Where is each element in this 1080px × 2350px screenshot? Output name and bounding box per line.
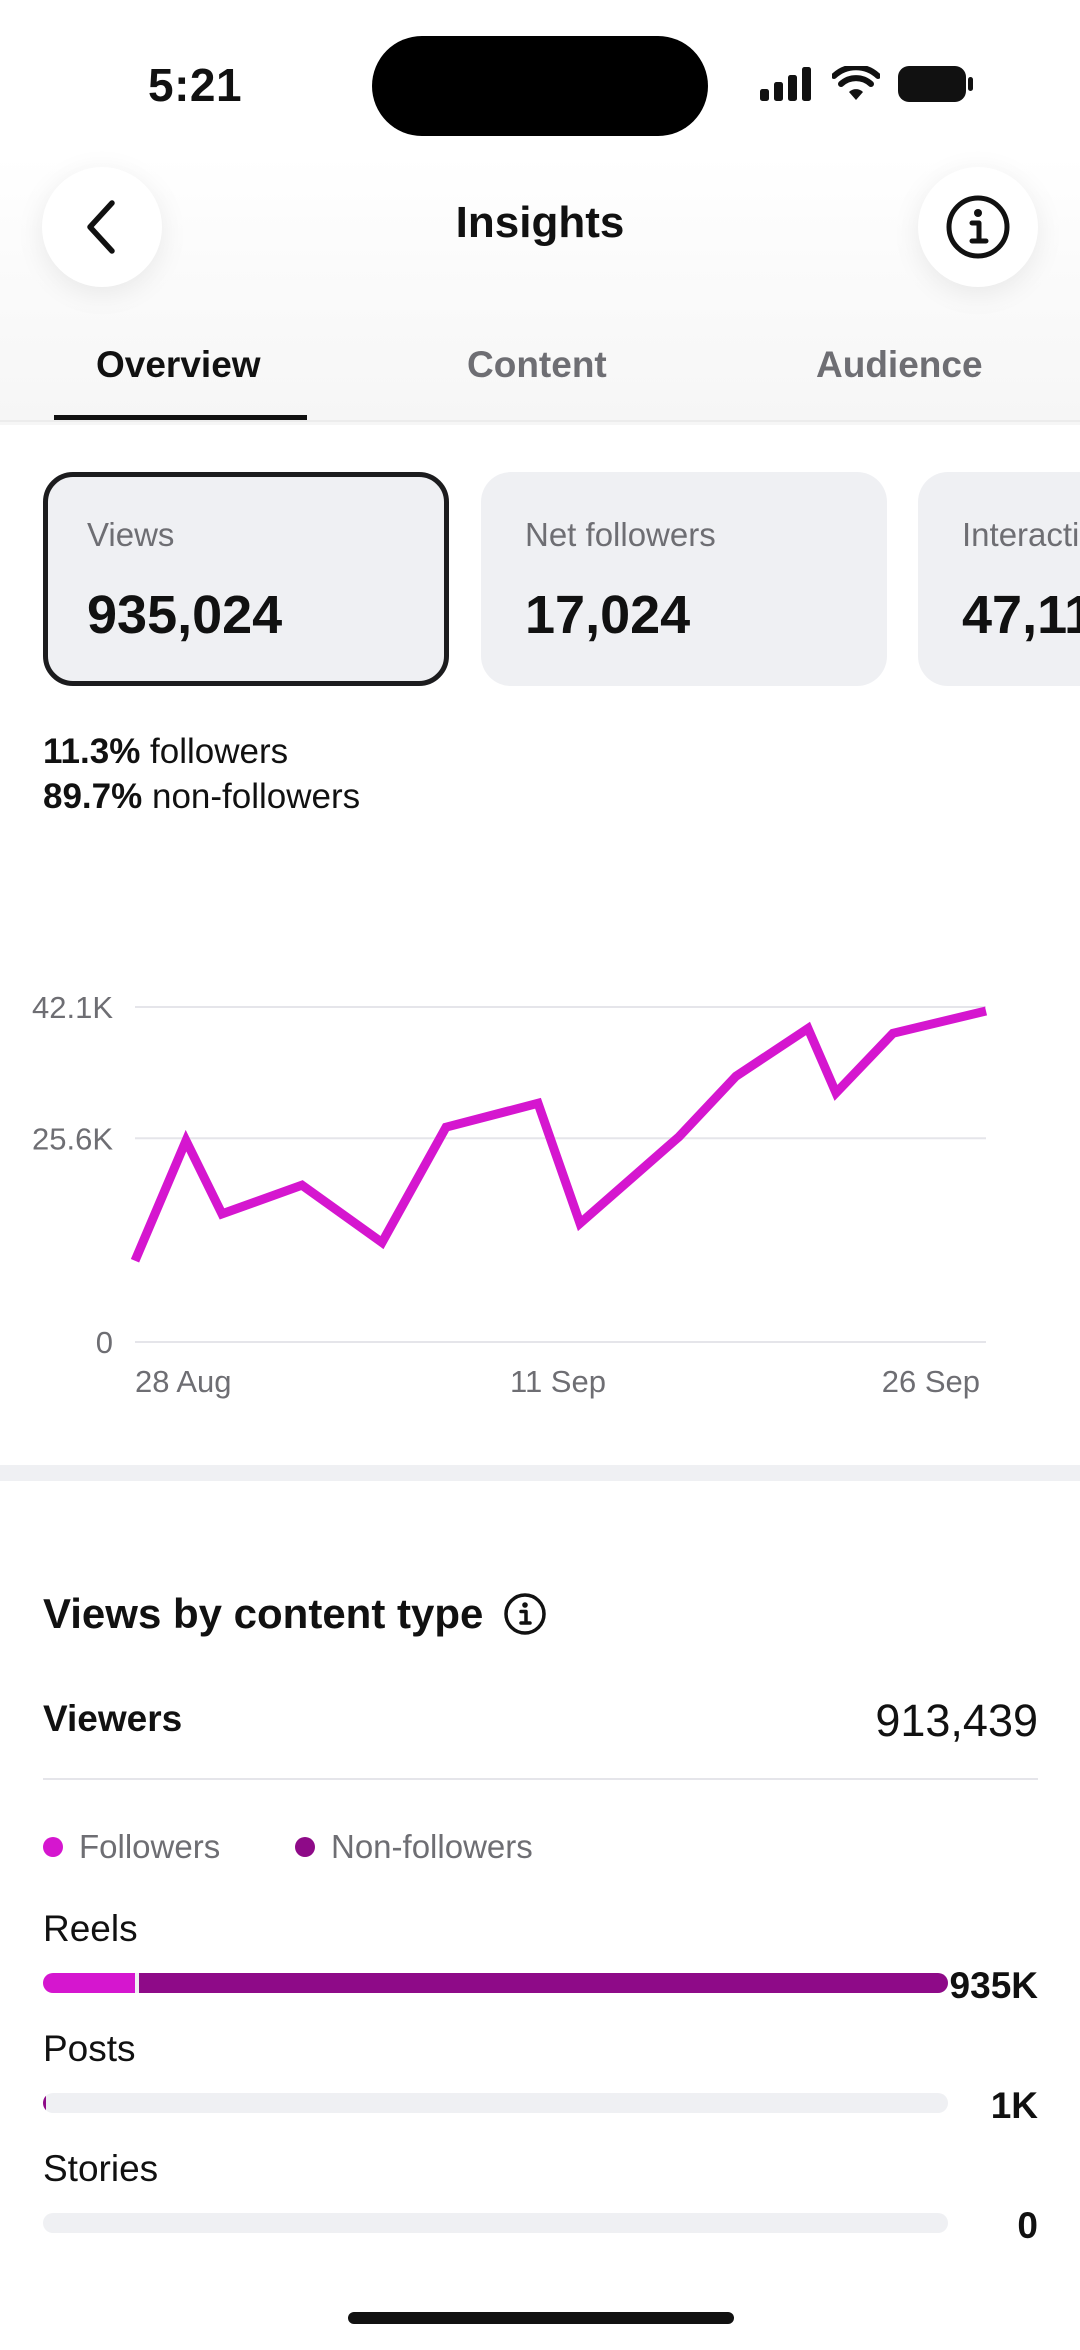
x-tick-label: 26 Sep: [882, 1364, 980, 1399]
legend-label: Non-followers: [331, 1828, 533, 1865]
legend-non-followers: Non-followers: [295, 1828, 533, 1866]
tab-audience[interactable]: Audience: [816, 344, 983, 386]
metric-label: Interactions: [962, 516, 1080, 553]
non-followers-pct-label: non-followers: [151, 777, 361, 816]
home-indicator: [348, 2312, 734, 2324]
metric-card-net-followers[interactable]: Net followers 17,024: [481, 472, 887, 686]
metric-card-interactions[interactable]: Interactions 47,11: [918, 472, 1080, 686]
status-icons: [760, 64, 974, 107]
section-title: Views by content type: [43, 1590, 484, 1637]
y-tick-label: 42.1K: [32, 990, 113, 1025]
y-tick-label: 25.6K: [32, 1121, 113, 1156]
metric-value: 47,11: [962, 585, 1080, 645]
status-time: 5:21: [148, 59, 243, 111]
row-label-reels: Reels: [43, 1908, 138, 1949]
non-followers-percentage: 89.7% non-followers: [43, 777, 360, 817]
non-followers-segment: [43, 2093, 46, 2113]
x-tick-label: 11 Sep: [510, 1364, 606, 1399]
followers-percentage: 11.3% followers: [43, 732, 288, 772]
battery-icon: [898, 66, 974, 107]
non-followers-segment: [139, 1973, 948, 1993]
metric-label: Views: [87, 516, 175, 553]
metric-value: 935,024: [87, 585, 283, 645]
tab-overview[interactable]: Overview: [96, 344, 261, 386]
viewers-label: Viewers: [43, 1698, 183, 1739]
info-icon: [946, 195, 1010, 259]
legend-dot: [295, 1837, 315, 1857]
legend-dot: [43, 1837, 63, 1857]
followers-pct-label: followers: [150, 732, 289, 771]
legend-label: Followers: [79, 1828, 221, 1865]
non-followers-pct-value: 89.7%: [43, 777, 143, 816]
views-series-line: [130, 1006, 988, 1263]
row-value-posts: 1K: [990, 2085, 1038, 2126]
info-button[interactable]: [918, 167, 1038, 287]
viewers-value: 913,439: [875, 1695, 1038, 1746]
y-tick-label: 0: [96, 1325, 113, 1360]
section-separator: [0, 1465, 1080, 1481]
row-value-stories: 0: [1017, 2205, 1038, 2246]
followers-pct-value: 11.3%: [43, 732, 141, 771]
info-icon[interactable]: [503, 1592, 547, 1636]
wifi-icon: [831, 64, 881, 107]
metric-label: Net followers: [525, 516, 716, 553]
reels-bar: [43, 1973, 948, 1993]
legend-followers: Followers: [43, 1828, 220, 1866]
row-value-reels: 935K: [949, 1965, 1038, 2006]
views-by-content-type-heading: Views by content type: [43, 1590, 547, 1638]
metric-value: 17,024: [525, 585, 691, 645]
views-line-chart: 42.1K 25.6K 0 28 Aug 11 Sep 26 Sep: [32, 990, 988, 1399]
signal-icon: [760, 67, 814, 106]
tab-content[interactable]: Content: [467, 344, 607, 386]
tabs-divider: [0, 420, 1080, 422]
metric-card-views[interactable]: Views 935,024: [43, 472, 449, 686]
row-label-posts: Posts: [43, 2028, 136, 2069]
dynamic-island: [372, 36, 708, 136]
row-label-stories: Stories: [43, 2148, 159, 2189]
followers-segment: [43, 1973, 136, 1993]
divider: [43, 1778, 1038, 1780]
x-tick-label: 28 Aug: [135, 1364, 232, 1399]
stories-bar: [43, 2213, 948, 2233]
posts-bar: [43, 2093, 948, 2113]
